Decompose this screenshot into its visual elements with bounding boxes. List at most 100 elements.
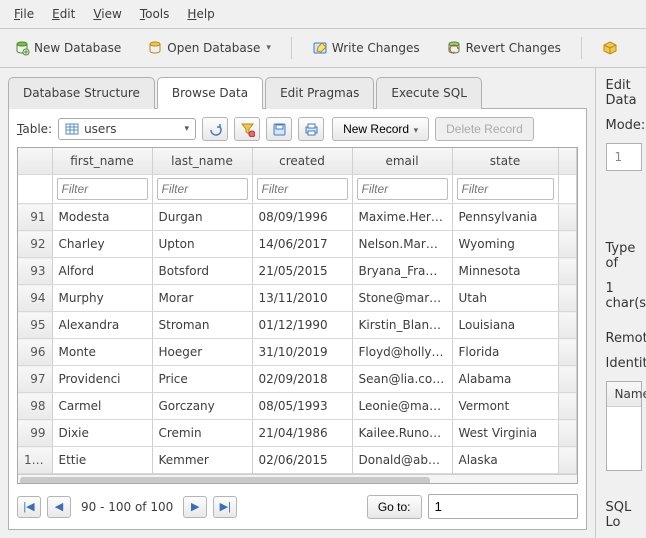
rowid-cell[interactable]: 95 [18,312,52,339]
filter-state[interactable] [457,178,554,200]
table-row[interactable]: 99DixieCremin21/04/1986Kailee.Runo…West … [18,420,576,447]
mode-value-box[interactable]: 1 [606,143,643,171]
cell-created[interactable]: 21/04/1986 [252,420,352,447]
rowid-header[interactable] [18,148,52,175]
save-table-button[interactable] [266,117,292,141]
tab-sql[interactable]: Execute SQL [376,77,482,109]
cell-last-name[interactable]: Cremin [152,420,252,447]
table-row[interactable]: 94MurphyMorar13/11/2010Stone@mar…Utah [18,285,576,312]
menu-file[interactable]: File [6,4,42,24]
cell-state[interactable]: Florida [452,339,558,366]
cell-state[interactable]: Pennsylvania [452,204,558,231]
goto-button[interactable]: Go to: [367,495,422,519]
prev-page-button[interactable]: ◀ [47,496,71,518]
revert-changes-button[interactable]: Revert Changes [440,35,567,61]
rowid-cell[interactable]: 100 [18,447,52,474]
identity-name-header[interactable]: Name [607,382,642,407]
cell-last-name[interactable]: Price [152,366,252,393]
cell-state[interactable]: Louisiana [452,312,558,339]
cell-first-name[interactable]: Charley [52,231,152,258]
cell-state[interactable]: Alaska [452,447,558,474]
menu-tools[interactable]: Tools [132,4,178,24]
horizontal-scrollbar[interactable] [18,474,577,484]
cell-first-name[interactable]: Alexandra [52,312,152,339]
refresh-button[interactable] [202,117,228,141]
cell-state[interactable]: Utah [452,285,558,312]
cell-state[interactable]: Vermont [452,393,558,420]
cell-first-name[interactable]: Murphy [52,285,152,312]
cell-state[interactable]: Minnesota [452,258,558,285]
rowid-cell[interactable]: 99 [18,420,52,447]
cell-email[interactable]: Leonie@ma… [352,393,452,420]
cell-last-name[interactable]: Gorczany [152,393,252,420]
tab-browse[interactable]: Browse Data [157,77,263,109]
open-database-button[interactable]: Open Database ▾ [141,35,277,61]
cell-first-name[interactable]: Alford [52,258,152,285]
cell-created[interactable]: 08/05/1993 [252,393,352,420]
menu-edit[interactable]: Edit [44,4,83,24]
cell-email[interactable]: Donald@ab… [352,447,452,474]
rowid-cell[interactable]: 97 [18,366,52,393]
project-button[interactable] [596,35,619,61]
menu-view[interactable]: View [85,4,129,24]
cell-last-name[interactable]: Morar [152,285,252,312]
data-grid[interactable]: first_name last_name created email state [17,147,578,484]
rowid-cell[interactable]: 94 [18,285,52,312]
cell-email[interactable]: Maxime.Her… [352,204,452,231]
scrollbar-thumb[interactable] [20,477,430,484]
table-row[interactable]: 97ProvidenciPrice02/09/2018Sean@lia.co…A… [18,366,576,393]
cell-last-name[interactable]: Kemmer [152,447,252,474]
col-created[interactable]: created [252,148,352,175]
cell-last-name[interactable]: Botsford [152,258,252,285]
chevron-down-icon[interactable]: ▾ [266,43,271,53]
table-row[interactable]: 91ModestaDurgan08/09/1996Maxime.Her…Penn… [18,204,576,231]
cell-last-name[interactable]: Stroman [152,312,252,339]
filter-email[interactable] [357,178,448,200]
table-row[interactable]: 96MonteHoeger31/10/2019Floyd@holly…Flori… [18,339,576,366]
rowid-cell[interactable]: 93 [18,258,52,285]
cell-first-name[interactable]: Modesta [52,204,152,231]
cell-first-name[interactable]: Monte [52,339,152,366]
cell-created[interactable]: 31/10/2019 [252,339,352,366]
col-last-name[interactable]: last_name [152,148,252,175]
write-changes-button[interactable]: Write Changes [306,35,426,61]
cell-created[interactable]: 14/06/2017 [252,231,352,258]
cell-last-name[interactable]: Durgan [152,204,252,231]
goto-input[interactable] [428,494,578,519]
cell-created[interactable]: 08/09/1996 [252,204,352,231]
tab-structure[interactable]: Database Structure [8,77,155,109]
menu-help[interactable]: Help [179,4,222,24]
col-email[interactable]: email [352,148,452,175]
cell-email[interactable]: Kailee.Runo… [352,420,452,447]
cell-first-name[interactable]: Carmel [52,393,152,420]
cell-email[interactable]: Floyd@holly… [352,339,452,366]
identity-table[interactable]: Name [606,381,643,471]
cell-state[interactable]: Wyoming [452,231,558,258]
last-page-button[interactable]: ▶| [213,496,237,518]
new-record-button[interactable]: New Record ▾ [332,117,429,141]
table-row[interactable]: 100EttieKemmer02/06/2015Donald@ab…Alaska [18,447,576,474]
table-row[interactable]: 93AlfordBotsford21/05/2015Bryana_Fra…Min… [18,258,576,285]
cell-created[interactable]: 01/12/1990 [252,312,352,339]
rowid-cell[interactable]: 96 [18,339,52,366]
filter-last-name[interactable] [157,178,248,200]
cell-email[interactable]: Nelson.Mar… [352,231,452,258]
clear-filters-button[interactable] [234,117,260,141]
print-button[interactable] [298,117,324,141]
cell-last-name[interactable]: Upton [152,231,252,258]
cell-last-name[interactable]: Hoeger [152,339,252,366]
cell-state[interactable]: West Virginia [452,420,558,447]
table-row[interactable]: 95AlexandraStroman01/12/1990Kirstin_Blan… [18,312,576,339]
cell-email[interactable]: Stone@mar… [352,285,452,312]
col-state[interactable]: state [452,148,558,175]
cell-email[interactable]: Sean@lia.co… [352,366,452,393]
cell-first-name[interactable]: Ettie [52,447,152,474]
filter-created[interactable] [257,178,348,200]
table-row[interactable]: 98CarmelGorczany08/05/1993Leonie@ma…Verm… [18,393,576,420]
table-row[interactable]: 92CharleyUpton14/06/2017Nelson.Mar…Wyomi… [18,231,576,258]
cell-created[interactable]: 13/11/2010 [252,285,352,312]
table-selector[interactable]: users ▾ [58,118,196,140]
rowid-cell[interactable]: 91 [18,204,52,231]
tab-pragmas[interactable]: Edit Pragmas [265,77,374,109]
filter-first-name[interactable] [57,178,148,200]
